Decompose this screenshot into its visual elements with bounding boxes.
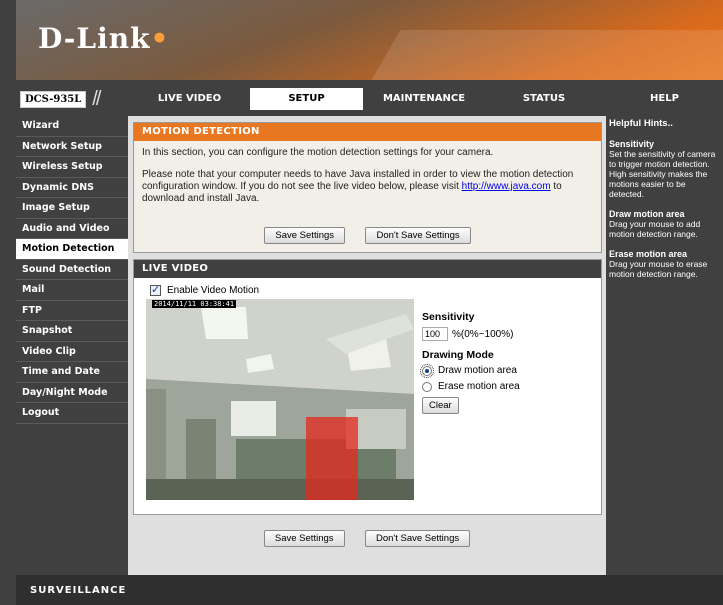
erase-motion-area-option[interactable]: Erase motion area: [422, 381, 520, 392]
sidebar-item-ftp[interactable]: FTP: [16, 301, 128, 321]
motion-controls: Sensitivity 100 %(0%~100%) Drawing Mode …: [420, 311, 520, 414]
model-slashes: //: [92, 87, 101, 110]
sensitivity-range: %(0%~100%): [452, 328, 514, 340]
help-heading: Draw motion area: [609, 209, 685, 219]
sensitivity-label: Sensitivity: [422, 311, 475, 323]
draw-motion-area-radio[interactable]: [420, 363, 434, 378]
model-badge: DCS-935L: [20, 90, 87, 108]
sidebar-item-sound-detection[interactable]: Sound Detection: [16, 260, 128, 280]
dlink-logo: D-Link•: [38, 22, 170, 55]
help-text: Drag your mouse to add motion detection …: [609, 219, 701, 239]
top-nav: DCS-935L // LIVE VIDEO SETUP MAINTENANCE…: [16, 80, 723, 116]
drawing-mode-label: Drawing Mode: [422, 349, 494, 361]
dont-save-settings-button[interactable]: Don't Save Settings: [364, 530, 471, 547]
sidebar-item-snapshot[interactable]: Snapshot: [16, 321, 128, 342]
java-note: Please note that your computer needs to …: [142, 169, 574, 204]
main-content: MOTION DETECTION In this section, you ca…: [128, 116, 606, 575]
footer-label: SURVEILLANCE: [30, 585, 127, 596]
bottom-buttons: Save Settings Don't Save Settings: [128, 528, 606, 547]
enable-video-motion-checkbox[interactable]: [150, 283, 161, 296]
sidebar-item-motion-detection[interactable]: Motion Detection: [16, 239, 128, 260]
draw-motion-area-option[interactable]: Draw motion area: [420, 363, 520, 378]
panel-title: LIVE VIDEO: [134, 260, 601, 278]
sidebar-item-image-setup[interactable]: Image Setup: [16, 198, 128, 219]
sidebar-item-logout[interactable]: Logout: [16, 403, 128, 424]
header-banner: D-Link•: [16, 0, 723, 80]
erase-motion-area-label: Erase motion area: [438, 381, 520, 392]
camera-scene: [146, 299, 414, 500]
help-text: Set the sensitivity of camera to trigger…: [609, 149, 716, 199]
motion-area-overlay: [306, 417, 358, 500]
video-timestamp: 2014/11/11 03:38:41: [152, 300, 237, 308]
tab-setup[interactable]: SETUP: [250, 88, 363, 110]
enable-video-motion: Enable Video Motion: [150, 283, 260, 296]
help-title: Helpful Hints..: [609, 118, 673, 129]
motion-detection-panel: MOTION DETECTION In this section, you ca…: [133, 122, 602, 253]
model-label: DCS-935L //: [20, 88, 130, 110]
help-panel: Helpful Hints.. Sensitivity Set the sensi…: [606, 116, 723, 575]
enable-video-motion-label: Enable Video Motion: [167, 285, 260, 296]
tab-status[interactable]: STATUS: [486, 88, 602, 110]
sidebar-item-mail[interactable]: Mail: [16, 280, 128, 301]
panel-title: MOTION DETECTION: [134, 123, 601, 141]
intro-text: In this section, you can configure the m…: [142, 147, 494, 158]
tab-maintenance[interactable]: MAINTENANCE: [367, 88, 481, 110]
save-settings-button[interactable]: Save Settings: [263, 530, 345, 547]
help-heading: Erase motion area: [609, 249, 688, 259]
draw-motion-area-label: Draw motion area: [438, 365, 517, 376]
live-video-panel: LIVE VIDEO Enable Video Motion: [133, 259, 602, 515]
sidebar-item-wireless-setup[interactable]: Wireless Setup: [16, 157, 128, 178]
sidebar-item-dynamic-dns[interactable]: Dynamic DNS: [16, 178, 128, 198]
sidebar-item-time-and-date[interactable]: Time and Date: [16, 362, 128, 383]
footer: SURVEILLANCE: [16, 575, 723, 605]
live-video-feed[interactable]: 2014/11/11 03:38:41: [146, 299, 414, 500]
help-heading: Sensitivity: [609, 139, 655, 149]
sidebar-item-wizard[interactable]: Wizard: [16, 116, 128, 137]
tab-live-video[interactable]: LIVE VIDEO: [133, 88, 246, 110]
dont-save-settings-button[interactable]: Don't Save Settings: [365, 227, 471, 244]
tab-help[interactable]: HELP: [606, 88, 723, 110]
sidebar-item-audio-and-video[interactable]: Audio and Video: [16, 219, 128, 239]
sidebar-item-network-setup[interactable]: Network Setup: [16, 137, 128, 157]
setup-sidebar: Wizard Network Setup Wireless Setup Dynamic…: [16, 116, 128, 575]
sidebar-item-day-night-mode[interactable]: Day/Night Mode: [16, 383, 128, 403]
save-settings-button[interactable]: Save Settings: [264, 227, 346, 244]
help-text: Drag your mouse to erase motion detectio…: [609, 259, 708, 279]
clear-button[interactable]: Clear: [422, 397, 459, 414]
erase-motion-area-radio[interactable]: [422, 381, 432, 392]
sensitivity-input[interactable]: 100: [422, 327, 448, 341]
java-link[interactable]: http://www.java.com: [462, 181, 551, 192]
sidebar-item-video-clip[interactable]: Video Clip: [16, 342, 128, 362]
